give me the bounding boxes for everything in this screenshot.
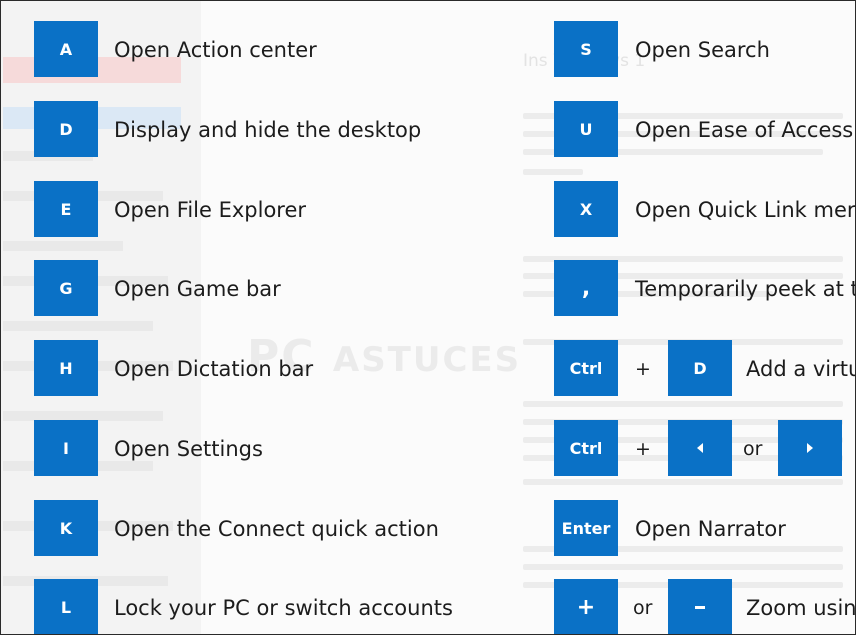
shortcut-label: Open Action center <box>114 38 317 62</box>
key-x: X <box>554 181 618 237</box>
shortcut-label: Display and hide the desktop <box>114 118 422 142</box>
key-a: A <box>34 21 98 77</box>
key-arrow-right <box>778 420 842 476</box>
background-line <box>523 564 843 570</box>
key-ctrl: Ctrl <box>554 420 618 476</box>
shortcut-label: Open Ease of Access <box>635 118 854 142</box>
minus-icon <box>695 605 705 609</box>
or-text: or <box>633 597 653 619</box>
shortcut-label: Open Game bar <box>114 277 281 301</box>
arrow-right-icon <box>807 443 813 453</box>
or-text: or <box>743 438 763 460</box>
key-arrow-left <box>668 420 732 476</box>
shortcut-label: Open Dictation bar <box>114 357 314 381</box>
shortcut-label: Open Narrator <box>635 517 786 541</box>
shortcut-label: Open the Connect quick action <box>114 517 439 541</box>
shortcut-chart: Ins Windows 1 PC ASTUCES A Open Action c… <box>0 0 856 635</box>
background-line <box>3 241 123 251</box>
background-line <box>523 169 583 175</box>
key-plus: + <box>554 579 618 634</box>
plus-icon: + <box>576 594 596 620</box>
key-g: G <box>34 260 98 316</box>
key-s: S <box>554 21 618 77</box>
key-k: K <box>34 500 98 556</box>
key-i: I <box>34 420 98 476</box>
background-line <box>523 479 843 485</box>
shortcut-label: Add a virtu <box>746 357 856 381</box>
background-line <box>523 401 843 407</box>
key-u: U <box>554 101 618 157</box>
arrow-left-icon <box>697 443 703 453</box>
key-e: E <box>34 181 98 237</box>
key-enter: Enter <box>554 500 618 556</box>
key-ctrl: Ctrl <box>554 340 618 396</box>
key-d: D <box>668 340 732 396</box>
plus-sign: + <box>635 438 651 460</box>
shortcut-label: Lock your PC or switch accounts <box>114 596 453 620</box>
background-line <box>3 321 153 331</box>
shortcut-label: Open File Explorer <box>114 198 307 222</box>
watermark-text-small: ASTUCES <box>332 340 522 380</box>
plus-sign: + <box>635 358 651 380</box>
shortcut-label: Open Search <box>635 38 770 62</box>
key-minus <box>668 579 732 634</box>
shortcut-label: Zoom usin <box>746 596 856 620</box>
shortcut-label: Open Settings <box>114 437 263 461</box>
key-comma: , <box>554 260 618 316</box>
key-d: D <box>34 101 98 157</box>
shortcut-label: Open Quick Link mer <box>635 198 856 222</box>
shortcut-label: Temporarily peek at t <box>635 277 856 301</box>
key-l: L <box>34 579 98 634</box>
key-h: H <box>34 340 98 396</box>
